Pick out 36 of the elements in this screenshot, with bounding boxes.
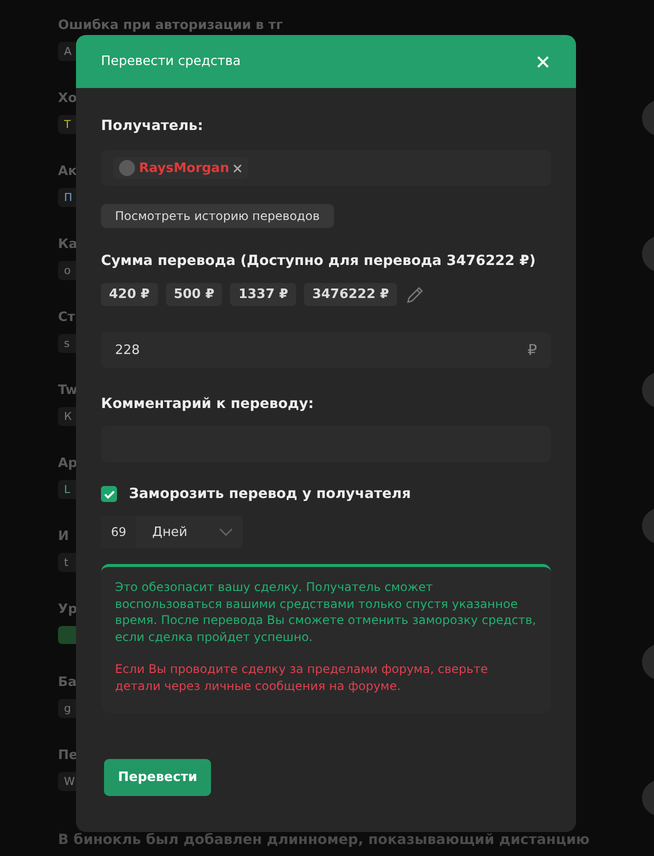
- comment-label: Комментарий к переводу:: [101, 396, 315, 412]
- amount-input[interactable]: 228 ₽: [101, 332, 551, 368]
- close-button[interactable]: [535, 54, 551, 70]
- freeze-label: Заморозить перевод у получателя: [129, 486, 411, 502]
- pencil-icon[interactable]: [405, 284, 426, 304]
- transfer-button[interactable]: Перевести: [104, 759, 212, 796]
- amount-label: Сумма перевода (Доступно для перевода 3476222 ₽): [101, 253, 537, 269]
- topic-title[interactable]: Ар: [58, 456, 78, 471]
- topic-title[interactable]: Ст: [58, 310, 76, 325]
- amount-preset[interactable]: 3476222 ₽: [304, 283, 398, 306]
- history-button[interactable]: Посмотреть историю переводов: [101, 204, 334, 228]
- checkmark-icon: [104, 490, 114, 498]
- topic-title[interactable]: Ба: [58, 675, 77, 690]
- topic-title[interactable]: В бинокль был добавлен длинномер, показывающий дистанцию: [58, 832, 590, 848]
- avatar-circle: [119, 160, 135, 176]
- topic-title[interactable]: Пе: [58, 748, 78, 763]
- amount-preset[interactable]: 1337 ₽: [230, 283, 296, 306]
- topic-title[interactable]: Ур: [58, 602, 78, 617]
- days-input[interactable]: 69: [101, 525, 136, 539]
- topic-title[interactable]: Ка: [58, 237, 78, 252]
- topic-title[interactable]: Tw: [58, 383, 78, 398]
- recipient-name: RaysMorgan: [139, 160, 230, 176]
- recipient-label: Получатель:: [101, 118, 204, 134]
- chevron-down-icon: [219, 528, 234, 536]
- topic-title[interactable]: Хо: [58, 91, 77, 106]
- warning-text: Если Вы проводите сделку за пределами форума, сверьте детали через личные сообщения на форуме.: [115, 661, 489, 694]
- amount-preset[interactable]: 500 ₽: [166, 283, 222, 306]
- dialog-title: Перевести средства: [101, 54, 241, 69]
- topic-title[interactable]: И: [58, 529, 69, 544]
- freeze-checkbox[interactable]: [101, 486, 117, 502]
- recipient-field[interactable]: RaysMorgan: [101, 150, 551, 186]
- topic-title[interactable]: Ак: [58, 164, 77, 179]
- topic-title[interactable]: Ошибка при авторизации в тг: [58, 18, 283, 33]
- currency-sign: ₽: [527, 341, 537, 359]
- info-text: Это обезопасит вашу сделку. Получатель сможет воспользоваться вашими средствами только спустя указанное время. После перевода Вы сможете отменить заморозку средств, если сделка пройдет успешно.: [115, 579, 537, 645]
- amount-preset[interactable]: 420 ₽: [101, 283, 158, 306]
